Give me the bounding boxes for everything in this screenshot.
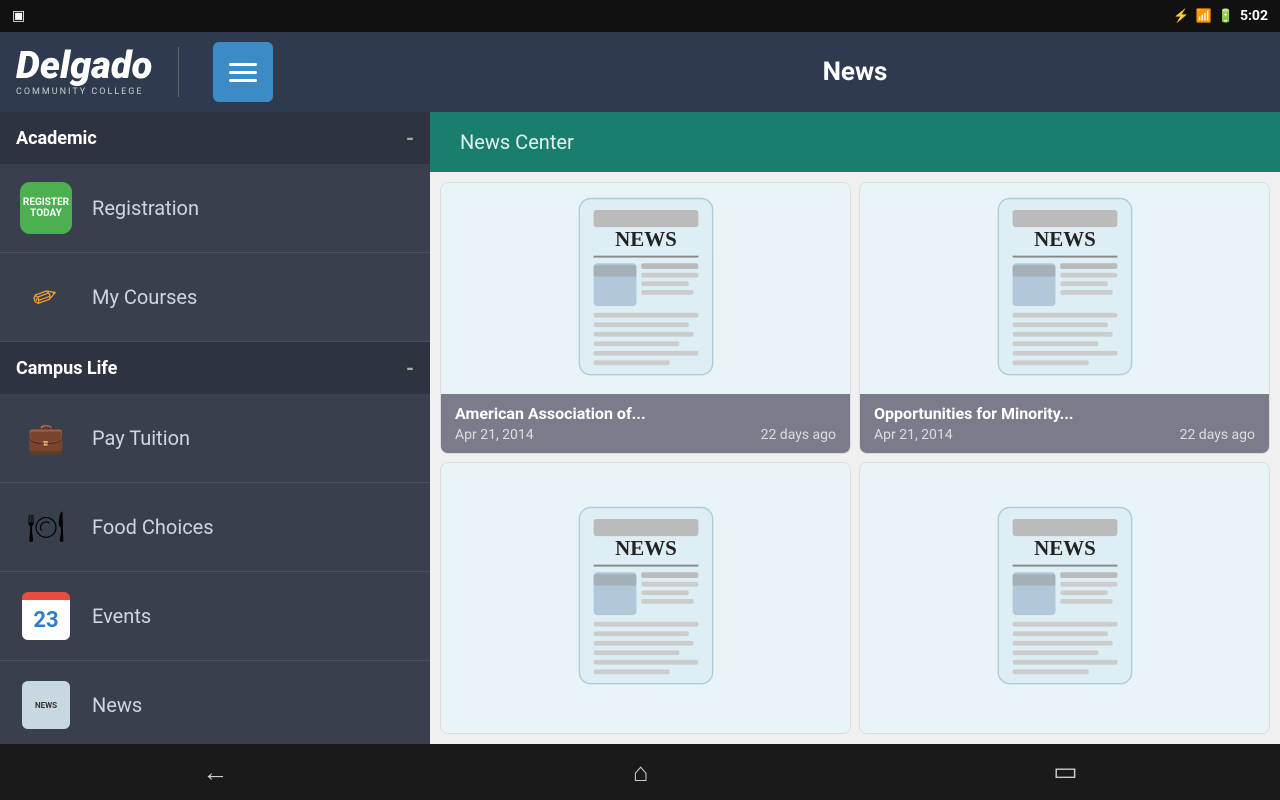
news-card-1-title: American Association of... — [455, 404, 836, 423]
sidebar-section-campus-life[interactable]: Campus Life - — [0, 342, 430, 394]
sidebar-item-registration-label: Registration — [92, 196, 199, 220]
briefcase-icon: 💼 — [27, 421, 64, 456]
sidebar-item-events[interactable]: 23 Events — [0, 572, 430, 661]
sidebar-section-academic[interactable]: Academic - — [0, 112, 430, 164]
svg-text:NEWS: NEWS — [1034, 536, 1096, 560]
screen-icon: ▣ — [12, 8, 25, 24]
news-card-1-ago: 22 days ago — [761, 427, 836, 443]
hamburger-menu-button[interactable] — [213, 42, 273, 102]
food-icon: 🍽 — [27, 510, 65, 545]
recent-apps-icon: ▭ — [1053, 757, 1078, 787]
back-button[interactable]: ← — [182, 749, 248, 796]
news-card-2-footer: Opportunities for Minority... Apr 21, 20… — [860, 394, 1269, 453]
sidebar: Academic - REGISTERTODAY Registration ✏ … — [0, 112, 430, 744]
menu-line-2 — [229, 71, 257, 74]
news-card-1[interactable]: NEWS — [440, 182, 851, 454]
header-title-area: News — [430, 57, 1280, 87]
news-card-3-image: NEWS — [441, 463, 850, 733]
sidebar-item-pay-tuition-label: Pay Tuition — [92, 426, 190, 450]
wifi-icon: 📶 — [1196, 9, 1212, 24]
news-center-label: News Center — [460, 130, 574, 154]
news-card-2-title: Opportunities for Minority... — [874, 404, 1255, 423]
back-icon: ← — [202, 757, 228, 788]
sidebar-section-academic-toggle: - — [406, 126, 414, 150]
news-card-4-image: NEWS — [860, 463, 1269, 733]
svg-text:NEWS: NEWS — [1034, 227, 1096, 251]
battery-icon: 🔋 — [1218, 9, 1234, 24]
logo-subtitle: COMMUNITY COLLEGE — [16, 87, 152, 97]
news-card-1-footer: American Association of... Apr 21, 2014 … — [441, 394, 850, 453]
register-icon: REGISTERTODAY — [20, 182, 72, 234]
sidebar-item-food-choices-label: Food Choices — [92, 515, 214, 539]
news-card-2-date: Apr 21, 2014 — [874, 427, 953, 443]
sidebar-item-registration[interactable]: REGISTERTODAY Registration — [0, 164, 430, 253]
news-card-1-image: NEWS — [441, 183, 850, 394]
top-header: Delgado COMMUNITY COLLEGE News — [0, 32, 1280, 112]
recent-apps-button[interactable]: ▭ — [1033, 749, 1098, 795]
news-card-2-image: NEWS — [860, 183, 1269, 394]
pencil-icon: ✏ — [28, 276, 64, 317]
home-button[interactable]: ⌂ — [613, 749, 669, 796]
news-icon: NEWS — [22, 681, 70, 729]
news-card-2[interactable]: NEWS — [859, 182, 1270, 454]
bluetooth-icon: ⚡ — [1173, 9, 1189, 24]
svg-text:NEWS: NEWS — [615, 227, 677, 251]
logo-main: Delgado — [16, 47, 152, 85]
sidebar-section-campus-life-label: Campus Life — [16, 358, 117, 379]
news-grid: NEWS — [430, 172, 1280, 744]
news-center-bar: News Center — [430, 112, 1280, 172]
sidebar-item-pay-tuition[interactable]: 💼 Pay Tuition — [0, 394, 430, 483]
home-icon: ⌂ — [633, 757, 649, 788]
calendar-icon: 23 — [22, 592, 70, 640]
news-card-3[interactable]: NEWS — [440, 462, 851, 734]
sidebar-item-news-label: News — [92, 693, 142, 717]
sidebar-item-my-courses[interactable]: ✏ My Courses — [0, 253, 430, 342]
svg-text:NEWS: NEWS — [615, 536, 677, 560]
sidebar-section-academic-label: Academic — [16, 128, 97, 149]
main-content: News Center NEWS — [430, 112, 1280, 744]
news-card-1-date: Apr 21, 2014 — [455, 427, 534, 443]
time-display: 5:02 — [1240, 8, 1268, 24]
news-card-4[interactable]: NEWS — [859, 462, 1270, 734]
status-bar: ▣ ⚡ 📶 🔋 5:02 — [0, 0, 1280, 32]
news-card-2-ago: 22 days ago — [1180, 427, 1255, 443]
bottom-nav: ← ⌂ ▭ — [0, 744, 1280, 800]
sidebar-item-news[interactable]: NEWS News — [0, 661, 430, 744]
menu-line-1 — [229, 63, 257, 66]
sidebar-item-events-label: Events — [92, 604, 151, 628]
sidebar-section-campus-life-toggle: - — [406, 356, 414, 380]
sidebar-item-my-courses-label: My Courses — [92, 285, 197, 309]
sidebar-item-food-choices[interactable]: 🍽 Food Choices — [0, 483, 430, 572]
page-title: News — [823, 57, 888, 87]
logo-area: Delgado COMMUNITY COLLEGE — [0, 42, 430, 102]
menu-line-3 — [229, 79, 257, 82]
